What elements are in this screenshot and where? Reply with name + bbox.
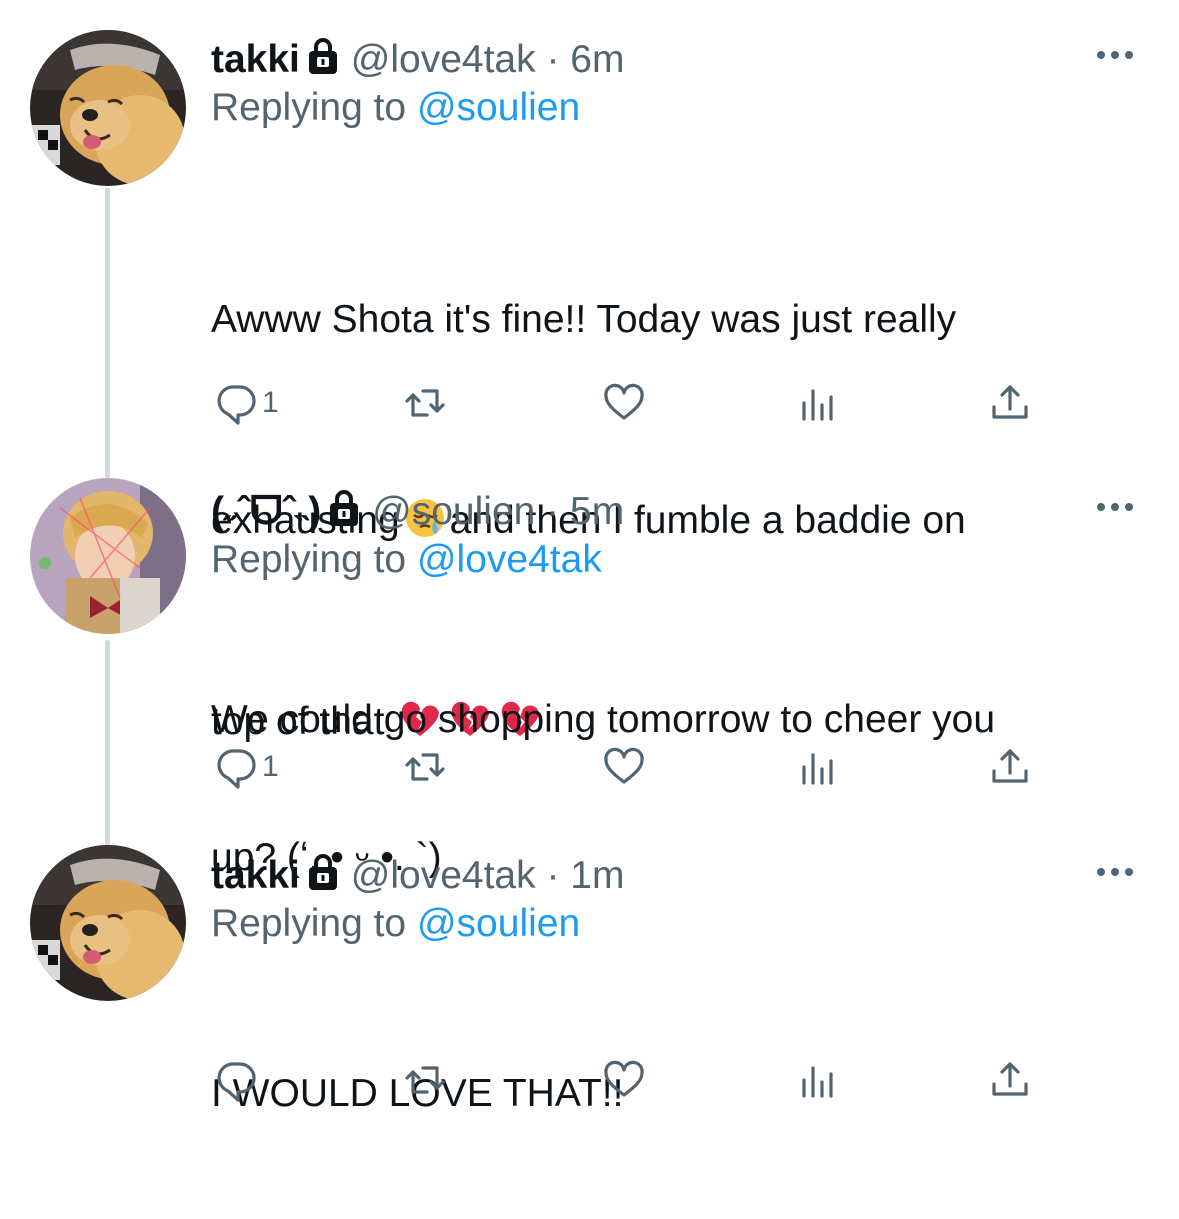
timestamp[interactable]: 1m [570,854,624,897]
lock-icon [306,38,339,76]
avatar[interactable] [30,845,186,1001]
views-button[interactable] [796,742,840,792]
share-button[interactable] [988,1055,1032,1105]
lock-icon [306,854,339,892]
retweet-icon [405,389,445,417]
handle[interactable]: @love4tak [351,38,536,81]
tweet-header: (˶ˆᗜˆ˵) @soulien · 5m [211,487,624,537]
views-icon [802,389,833,421]
share-icon [992,385,1028,419]
mention-link[interactable]: @love4tak [417,538,602,581]
like-button[interactable] [602,378,646,428]
separator-dot: · [546,38,560,81]
like-icon [604,747,644,784]
reply-icon [217,1062,256,1102]
mention-link[interactable]: @soulien [417,902,580,945]
share-button[interactable] [988,378,1032,428]
separator-dot: · [546,490,560,533]
views-icon [802,1066,833,1098]
tweet-text-line: Awww Shota it's fine!! Today was just re… [211,298,957,341]
tweet-header: takki @love4tak · 6m [211,35,624,85]
timestamp[interactable]: 5m [570,490,624,533]
mention-link[interactable]: @soulien [417,86,580,129]
views-button[interactable] [796,1055,840,1105]
share-icon [992,1062,1028,1096]
reply-button[interactable] [214,1055,262,1105]
separator-dot: · [546,854,560,897]
avatar[interactable] [30,478,186,634]
avatar[interactable] [30,30,186,186]
retweet-icon [405,1066,445,1094]
more-icon[interactable] [1095,500,1135,514]
replying-to: Replying to @soulien [211,899,580,949]
like-button[interactable] [602,1055,646,1105]
tweet-actions: 1 [0,378,1179,428]
display-name[interactable]: (˶ˆᗜˆ˵) [211,490,321,533]
thread-line [105,188,110,478]
like-icon [604,1060,644,1097]
share-button[interactable] [988,742,1032,792]
timestamp[interactable]: 6m [570,38,624,81]
replying-to: Replying to @love4tak [211,535,602,585]
replying-prefix: Replying to [211,902,407,945]
handle[interactable]: @love4tak [351,854,536,897]
views-button[interactable] [796,378,840,428]
tweet-actions [0,1055,1179,1105]
reply-button[interactable]: 1 [214,378,279,428]
replying-prefix: Replying to [211,86,407,129]
tweet-actions: 1 [0,742,1179,792]
retweet-button[interactable] [403,378,447,428]
like-icon [604,383,644,420]
replying-to: Replying to @soulien [211,83,580,133]
more-icon[interactable] [1095,865,1135,879]
more-icon[interactable] [1095,48,1135,62]
retweet-button[interactable] [403,742,447,792]
display-name[interactable]: takki [211,38,300,81]
retweet-icon [405,753,445,781]
replying-prefix: Replying to [211,538,407,581]
reply-button[interactable]: 1 [214,742,279,792]
retweet-button[interactable] [403,1055,447,1105]
share-icon [992,749,1028,783]
views-icon [802,753,833,785]
reply-count: 1 [262,386,279,419]
tweet-header: takki @love4tak · 1m [211,851,624,901]
reply-icon [217,749,256,789]
reply-icon [217,385,256,425]
reply-count: 1 [262,750,279,783]
like-button[interactable] [602,742,646,792]
lock-icon [328,490,361,528]
display-name[interactable]: takki [211,854,300,897]
handle[interactable]: @soulien [372,490,535,533]
tweet-text-line: We could go shopping tomorrow to cheer y… [211,698,996,741]
